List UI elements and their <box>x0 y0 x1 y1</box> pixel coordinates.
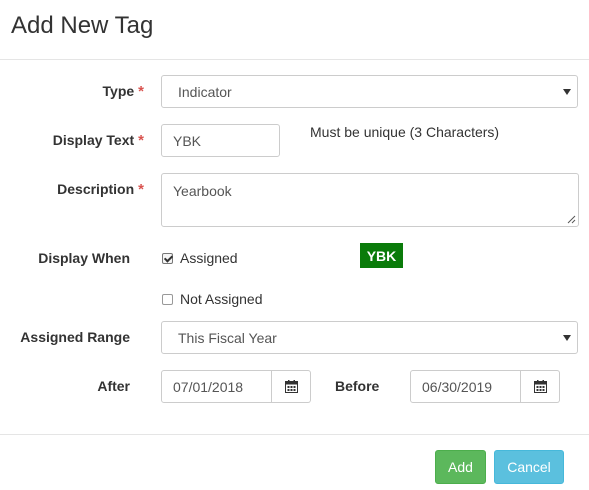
required-marker: * <box>138 181 144 198</box>
display-text-label-text: Display Text <box>52 132 135 148</box>
description-value: Yearbook <box>173 183 232 199</box>
after-date-input[interactable]: 07/01/2018 <box>161 370 272 403</box>
calendar-icon <box>284 380 298 393</box>
before-date-input[interactable]: 06/30/2019 <box>410 370 521 403</box>
header-divider <box>0 59 589 60</box>
tag-preview-badge: YBK <box>360 243 403 268</box>
display-text-input[interactable]: YBK <box>161 124 280 157</box>
dialog-title: Add New Tag <box>11 12 154 39</box>
caret-down-icon <box>563 88 571 95</box>
not-assigned-checkbox-label[interactable]: Not Assigned <box>180 291 263 307</box>
before-date-value: 06/30/2019 <box>422 378 493 395</box>
assigned-checkbox-label[interactable]: Assigned <box>180 250 238 266</box>
description-textarea[interactable]: Yearbook <box>161 173 579 227</box>
display-when-label: Display When <box>38 250 130 266</box>
calendar-icon <box>533 380 547 393</box>
after-date-picker-button[interactable] <box>272 370 311 403</box>
display-text-hint: Must be unique (3 Characters) <box>310 124 500 140</box>
required-marker: * <box>138 83 144 100</box>
description-label: Description * <box>57 181 144 198</box>
before-label: Before <box>335 378 380 394</box>
after-date-value: 07/01/2018 <box>173 378 244 395</box>
description-label-text: Description <box>57 181 135 197</box>
required-marker: * <box>138 132 144 149</box>
cancel-button[interactable]: Cancel <box>494 450 564 484</box>
assigned-checkbox[interactable] <box>162 253 173 264</box>
not-assigned-checkbox[interactable] <box>162 294 173 305</box>
type-select-value: Indicator <box>178 83 232 100</box>
display-text-label: Display Text * <box>53 132 144 149</box>
display-text-value: YBK <box>173 132 202 149</box>
resize-grip-icon[interactable] <box>567 215 576 224</box>
type-select[interactable]: Indicator <box>161 75 578 108</box>
before-date-picker-button[interactable] <box>521 370 560 403</box>
assigned-range-select[interactable]: This Fiscal Year <box>161 321 578 354</box>
assigned-range-label: Assigned Range <box>20 329 130 345</box>
add-button[interactable]: Add <box>435 450 486 484</box>
caret-down-icon <box>563 334 571 341</box>
footer-divider <box>0 434 589 435</box>
type-label: Type * <box>103 83 144 100</box>
type-label-text: Type <box>102 83 135 99</box>
after-label: After <box>97 378 130 394</box>
assigned-range-value: This Fiscal Year <box>178 329 277 346</box>
